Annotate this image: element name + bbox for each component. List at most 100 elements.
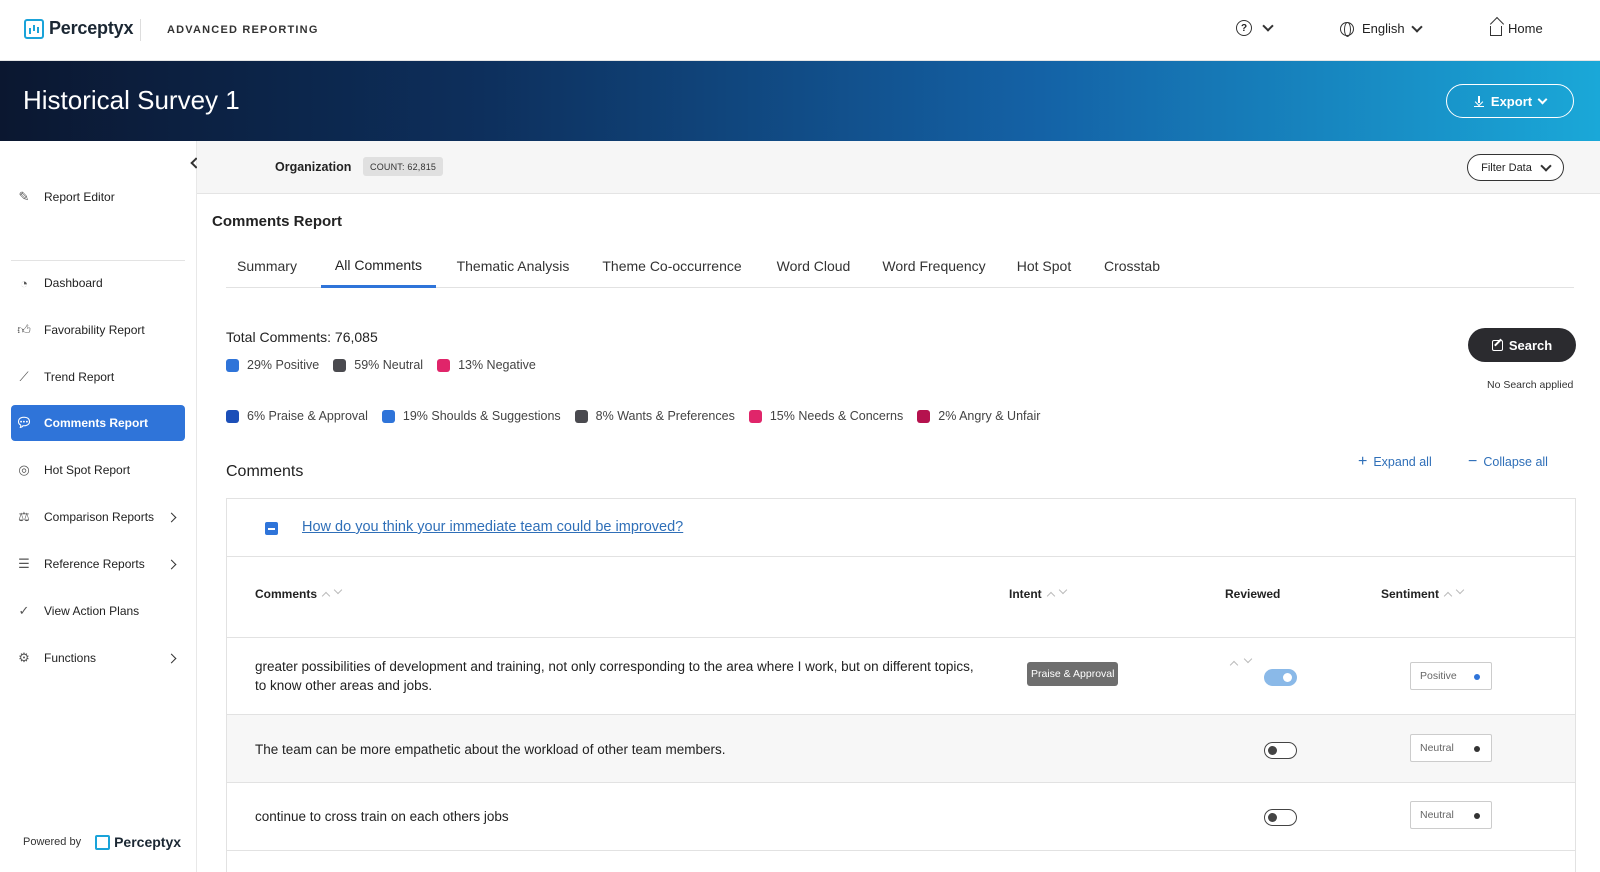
legend-label: 59% Neutral [354,358,424,372]
collapse-question-icon[interactable] [265,522,278,535]
tab-summary[interactable]: Summary [226,244,308,288]
expand-all-button[interactable]: + Expand all [1358,453,1432,470]
tab-theme-co-occurrence[interactable]: Theme Co-occurrence [591,244,753,288]
sidebar-item-label: Report Editor [44,190,115,204]
sidebar-item-comparison-reports[interactable]: ⚖ Comparison Reports [11,499,185,535]
report-tabs: Summary All Comments Thematic Analysis T… [226,244,1574,288]
plus-icon: + [1358,453,1368,470]
sidebar-item-dashboard[interactable]: ◔ Dashboard [11,265,185,301]
tab-word-cloud[interactable]: Word Cloud [766,244,861,288]
home-label: Home [1508,21,1543,36]
legend-positive: 29% Positive [226,358,319,372]
sidebar-item-reference-reports[interactable]: ☰ Reference Reports [11,546,185,582]
chevron-right-icon [166,512,177,522]
sidebar-item-favorability-report[interactable]: 👍︎ Favorability Report [11,312,185,348]
tab-hot-spot[interactable]: Hot Spot [1006,244,1082,288]
sort-icon[interactable] [321,585,343,600]
table-row: The team can be more empathetic about th… [227,715,1575,783]
logo-mark-icon [95,834,111,850]
sentiment-legend: 29% Positive 59% Neutral 13% Negative [226,358,540,372]
sidebar-item-view-action-plans[interactable]: ✓ View Action Plans [11,593,185,629]
chevron-down-icon [1262,20,1274,32]
export-label: Export [1490,93,1533,109]
sidebar-item-trend-report[interactable]: ⟋ Trend Report [11,359,185,395]
sentiment-label: Neutral [1420,742,1454,754]
sentiment-label: Positive [1420,670,1457,682]
sidebar: ✎ Report Editor ◔ Dashboard 👍︎ Favorabil… [0,141,202,872]
top-nav: Perceptyx ADVANCED REPORTING ? English H… [0,0,1600,61]
search-status: No Search applied [1487,379,1574,391]
help-menu[interactable]: ? [1236,20,1274,36]
powered-by-label: Powered by [23,836,82,848]
reviewed-toggle[interactable] [1264,669,1297,686]
filter-data-button[interactable]: Filter Data [1467,154,1564,181]
nav-divider [140,19,141,41]
thumbs-up-icon: 👍︎ [17,322,31,337]
column-header-intent[interactable]: Intent [1009,585,1067,601]
logo-text: Perceptyx [49,18,134,38]
tab-crosstab[interactable]: Crosstab [1094,244,1170,288]
column-header-reviewed[interactable]: Reviewed [1225,587,1280,601]
perceptyx-logo[interactable]: Perceptyx [24,18,133,39]
tab-thematic-analysis[interactable]: Thematic Analysis [448,244,578,288]
legend-praise-approval: 6% Praise & Approval [226,409,368,423]
comment-text: The team can be more empathetic about th… [255,742,726,757]
sidebar-item-hot-spot-report[interactable]: ◎ Hot Spot Report [11,452,185,488]
sidebar-item-functions[interactable]: ⚙ Functions [11,640,185,676]
sort-icon[interactable] [1046,585,1067,600]
negative-swatch [437,358,451,372]
reviewed-toggle[interactable] [1264,809,1297,826]
sidebar-item-label: Reference Reports [44,557,145,571]
powered-by: Powered by Perceptyx [23,834,181,850]
sidebar-item-label: Functions [44,651,97,665]
reviewed-toggle[interactable] [1264,742,1297,759]
column-label: Intent [1009,587,1042,601]
language-selector[interactable]: English [1340,20,1423,37]
sidebar-item-label: Hot Spot Report [44,463,131,477]
sentiment-select[interactable]: Positive [1410,662,1492,690]
trend-icon: ⟋ [19,369,29,384]
tab-all-comments[interactable]: All Comments [321,244,436,288]
home-icon [1490,25,1502,36]
sort-icon[interactable] [1443,585,1465,600]
collapse-all-label: Collapse all [1483,455,1548,469]
gauge-icon: ◔ [20,275,28,291]
angry-swatch [917,409,931,423]
sentiment-dot [1474,674,1480,680]
question-link[interactable]: How do you think your immediate team cou… [302,519,683,535]
comments-table: How do you think your immediate team cou… [226,498,1576,872]
language-label: English [1362,21,1405,36]
collapse-all-button[interactable]: − Collapse all [1468,454,1548,470]
organization-bar: Organization COUNT: 62,815 Filter Data [197,141,1600,194]
sidebar-item-label: View Action Plans [44,604,140,618]
comment-text: continue to cross train on each others j… [255,809,509,824]
sidebar-item-label: Comparison Reports [44,510,155,524]
sentiment-select[interactable]: Neutral [1410,801,1492,829]
legend-shoulds-suggestions: 19% Shoulds & Suggestions [381,409,561,423]
column-header-sentiment[interactable]: Sentiment [1381,585,1465,601]
logo-mark-icon [24,18,44,39]
intent-legend: 6% Praise & Approval 19% Shoulds & Sugge… [226,409,1044,423]
search-button[interactable]: Search [1468,328,1576,362]
home-link[interactable]: Home [1490,21,1543,36]
chevron-down-icon [1540,159,1552,172]
wants-swatch [574,409,588,423]
comments-icon: 💬︎ [15,415,33,430]
perceptyx-logo-small: Perceptyx [95,834,181,850]
legend-label: 6% Praise & Approval [247,409,368,423]
column-header-comments[interactable]: Comments [255,585,343,601]
neutral-swatch [333,358,347,372]
column-label: Reviewed [1225,587,1281,601]
tab-word-frequency[interactable]: Word Frequency [874,244,994,288]
comment-text: greater possibilities of development and… [255,659,974,693]
export-button[interactable]: Export [1446,84,1574,118]
bar-chart-icon: ☰ [18,556,30,571]
legend-label: 15% Needs & Concerns [769,409,904,423]
sidebar-item-label: Favorability Report [44,323,145,337]
sidebar-item-comments-report[interactable]: 💬︎ Comments Report [11,405,185,441]
sentiment-select[interactable]: Neutral [1410,734,1492,762]
sidebar-divider [11,260,185,261]
sidebar-item-report-editor[interactable]: ✎ Report Editor [11,179,185,215]
sentiment-label: Neutral [1420,809,1454,821]
app-name: ADVANCED REPORTING [167,24,319,36]
